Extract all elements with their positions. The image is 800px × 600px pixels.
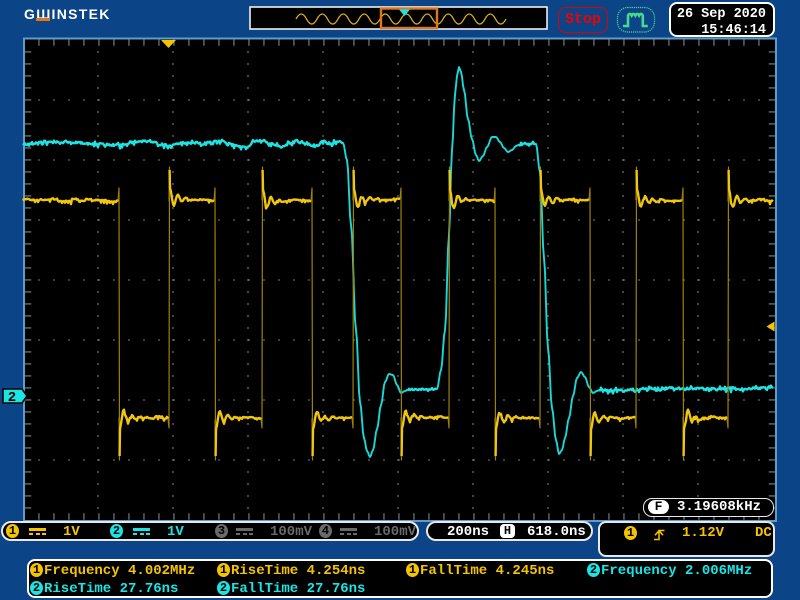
svg-text:2: 2 (8, 390, 16, 406)
